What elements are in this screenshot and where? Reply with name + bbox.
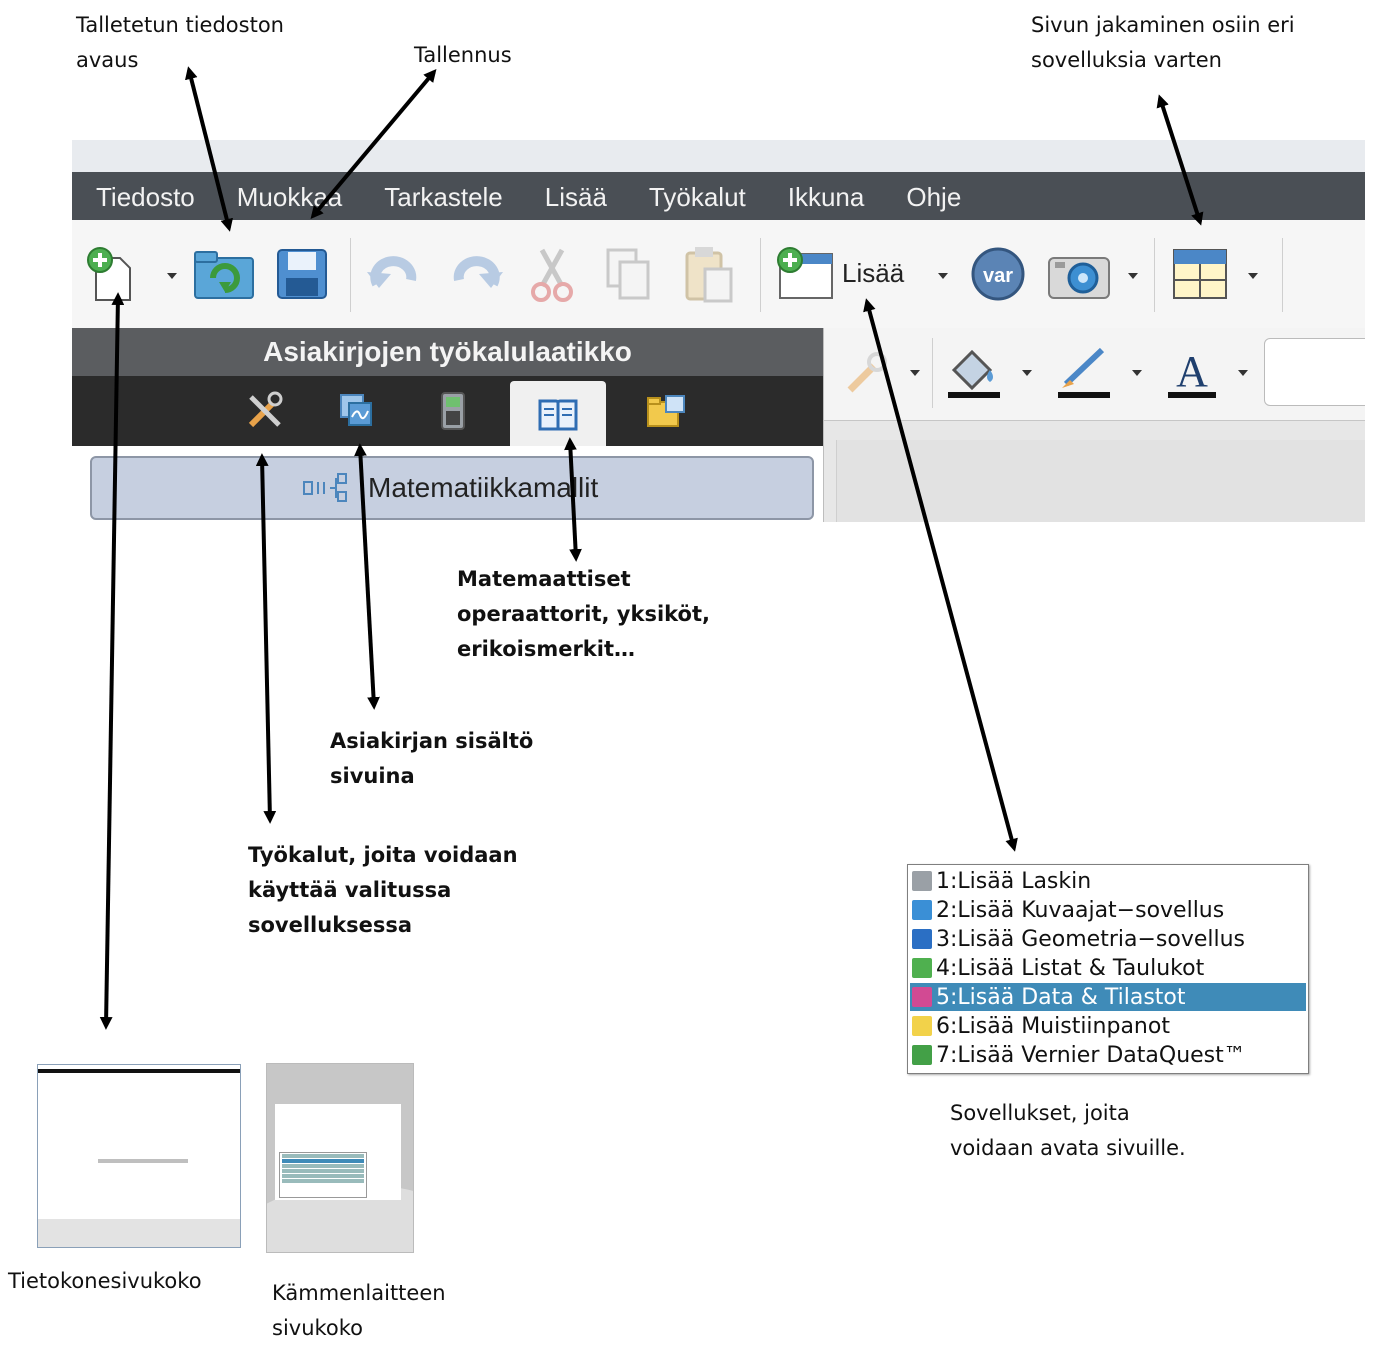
arrow-document-pages [354, 443, 380, 710]
geometry-app-icon [912, 929, 932, 949]
app-item-graphs[interactable]: 2:Lisää Kuvaajat−sovellus [910, 896, 1306, 924]
graphs-app-icon [912, 900, 932, 920]
arrow-save [310, 69, 437, 219]
arrow-open-file [184, 66, 234, 232]
app-item-label: 3:Lisää Geometria−sovellus [936, 926, 1246, 952]
app-item-calculator[interactable]: 1:Lisää Laskin [910, 867, 1306, 895]
dataquest-app-icon [912, 1045, 932, 1065]
handheld-page-thumbnail [266, 1063, 414, 1253]
app-item-data-stats[interactable]: 5:Lisää Data & Tilastot [910, 983, 1306, 1011]
app-item-label: 5:Lisää Data & Tilastot [936, 984, 1186, 1010]
arrow-split-page [1156, 94, 1204, 226]
app-item-label: 6:Lisää Muistiinpanot [936, 1013, 1170, 1039]
handheld-menu-preview [279, 1152, 367, 1198]
applications-menu: 1:Lisää Laskin 2:Lisää Kuvaajat−sovellus… [907, 864, 1309, 1074]
computer-page-thumbnail [37, 1064, 241, 1248]
app-item-label: 1:Lisää Laskin [936, 868, 1092, 894]
app-item-label: 4:Lisää Listat & Taulukot [936, 955, 1205, 981]
arrow-math-templates [564, 437, 582, 562]
app-item-dataquest[interactable]: 7:Lisää Vernier DataQuest™ [910, 1041, 1306, 1069]
arrow-new-document [99, 292, 125, 1030]
data-stats-app-icon [912, 987, 932, 1007]
arrow-tools [255, 453, 277, 824]
app-item-geometry[interactable]: 3:Lisää Geometria−sovellus [910, 925, 1306, 953]
calculator-app-icon [912, 871, 932, 891]
app-item-label: 2:Lisää Kuvaajat−sovellus [936, 897, 1225, 923]
notes-app-icon [912, 1016, 932, 1036]
lists-app-icon [912, 958, 932, 978]
app-item-label: 7:Lisää Vernier DataQuest™ [936, 1042, 1246, 1068]
arrow-insert-apps [863, 298, 1018, 852]
app-item-lists[interactable]: 4:Lisää Listat & Taulukot [910, 954, 1306, 982]
app-item-notes[interactable]: 6:Lisää Muistiinpanot [910, 1012, 1306, 1040]
